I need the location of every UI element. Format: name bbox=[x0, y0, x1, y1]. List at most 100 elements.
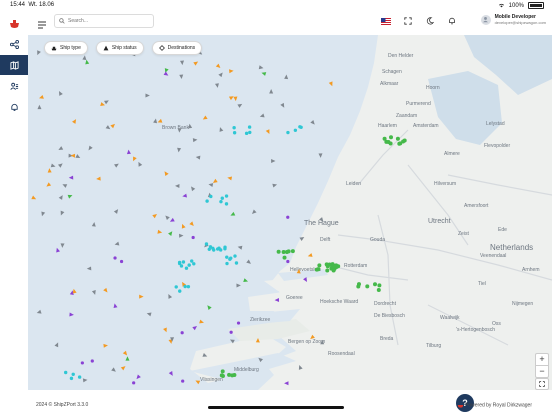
fullscreen-map-button[interactable] bbox=[535, 378, 549, 390]
vessel-marker[interactable] bbox=[80, 361, 84, 365]
search-box[interactable] bbox=[54, 14, 154, 28]
vessel-marker[interactable] bbox=[333, 264, 338, 269]
vessel-marker[interactable] bbox=[104, 99, 110, 105]
vessel-marker[interactable] bbox=[169, 217, 175, 224]
vessel-marker[interactable] bbox=[189, 185, 196, 192]
search-input[interactable] bbox=[68, 18, 148, 24]
vessel-marker[interactable] bbox=[113, 208, 120, 214]
vessel-marker[interactable] bbox=[178, 289, 182, 293]
vessel-marker[interactable] bbox=[180, 223, 186, 229]
vessel-marker[interactable] bbox=[62, 182, 68, 188]
vessel-marker[interactable] bbox=[293, 128, 298, 132]
vessel-marker[interactable] bbox=[272, 183, 278, 188]
vessel-marker[interactable] bbox=[208, 182, 214, 188]
vessel-marker[interactable] bbox=[220, 369, 225, 374]
vessel-marker[interactable] bbox=[180, 331, 184, 335]
vessel-marker[interactable] bbox=[276, 249, 281, 254]
vessel-marker[interactable] bbox=[146, 311, 152, 317]
vessel-marker[interactable] bbox=[331, 268, 336, 273]
vessel-marker[interactable] bbox=[184, 266, 189, 270]
vessel-marker[interactable] bbox=[282, 255, 287, 260]
vessel-marker[interactable] bbox=[236, 321, 241, 325]
vessel-marker[interactable] bbox=[182, 193, 188, 199]
vessel-marker[interactable] bbox=[75, 154, 81, 160]
vessel-marker[interactable] bbox=[58, 194, 65, 200]
vessel-marker[interactable] bbox=[310, 119, 316, 126]
vessel-marker[interactable] bbox=[271, 159, 276, 164]
vessel-marker[interactable] bbox=[314, 267, 319, 272]
vessel-marker[interactable] bbox=[50, 163, 56, 168]
vessel-marker[interactable] bbox=[225, 255, 229, 259]
vessel-marker[interactable] bbox=[71, 372, 75, 377]
vessel-marker[interactable] bbox=[247, 125, 252, 129]
vessel-marker[interactable] bbox=[233, 96, 238, 102]
vessel-marker[interactable] bbox=[246, 259, 252, 266]
vessel-marker[interactable] bbox=[167, 293, 173, 299]
vessel-marker[interactable] bbox=[180, 60, 185, 66]
vessel-marker[interactable] bbox=[110, 122, 116, 129]
sidebar-item-users[interactable] bbox=[0, 76, 28, 96]
vessel-marker[interactable] bbox=[214, 83, 220, 88]
vessel-marker[interactable] bbox=[218, 126, 224, 132]
vessel-marker[interactable] bbox=[192, 262, 196, 266]
vessel-marker[interactable] bbox=[261, 71, 267, 76]
vessel-marker[interactable] bbox=[86, 266, 92, 271]
filter-destinations[interactable]: Destinations bbox=[151, 41, 203, 55]
vessel-marker[interactable] bbox=[269, 89, 274, 94]
vessel-marker[interactable] bbox=[181, 379, 185, 383]
vessel-marker[interactable] bbox=[229, 69, 234, 74]
menu-button[interactable] bbox=[37, 17, 47, 29]
vessel-marker[interactable] bbox=[40, 211, 46, 217]
vessel-marker[interactable] bbox=[103, 287, 109, 294]
vessel-marker[interactable] bbox=[230, 373, 235, 378]
vessel-marker[interactable] bbox=[190, 259, 194, 263]
vessel-marker[interactable] bbox=[120, 365, 127, 371]
vessel-marker[interactable] bbox=[191, 235, 195, 240]
vessel-marker[interactable] bbox=[328, 81, 334, 87]
vessel-marker[interactable] bbox=[286, 215, 290, 219]
vessel-marker[interactable] bbox=[114, 162, 120, 168]
vessel-marker[interactable] bbox=[163, 71, 170, 78]
vessel-marker[interactable] bbox=[57, 162, 64, 168]
vessel-marker[interactable] bbox=[181, 260, 186, 264]
vessel-marker[interactable] bbox=[192, 324, 198, 331]
zoom-out-button[interactable]: − bbox=[536, 365, 548, 377]
sidebar-item-map[interactable] bbox=[0, 55, 28, 75]
vessel-marker[interactable] bbox=[280, 102, 286, 109]
vessel-marker[interactable] bbox=[215, 63, 222, 70]
vessel-marker[interactable] bbox=[168, 230, 174, 236]
filter-ship-status[interactable]: Ship status bbox=[95, 41, 144, 55]
vessel-marker[interactable] bbox=[91, 222, 97, 227]
vessel-marker[interactable] bbox=[91, 290, 97, 295]
vessel-marker[interactable] bbox=[163, 170, 169, 177]
vessel-marker[interactable] bbox=[265, 129, 271, 135]
vessel-marker[interactable] bbox=[205, 199, 209, 203]
vessel-marker[interactable] bbox=[177, 260, 182, 265]
vessel-marker[interactable] bbox=[395, 136, 400, 141]
vessel-marker[interactable] bbox=[59, 210, 65, 217]
vessel-marker[interactable] bbox=[218, 71, 224, 78]
vessel-marker[interactable] bbox=[122, 350, 129, 357]
vessel-marker[interactable] bbox=[100, 102, 106, 107]
vessel-marker[interactable] bbox=[372, 282, 377, 287]
vessel-marker[interactable] bbox=[202, 115, 208, 121]
vessel-marker[interactable] bbox=[145, 93, 150, 98]
vessel-marker[interactable] bbox=[389, 135, 394, 140]
vessel-marker[interactable] bbox=[72, 118, 78, 124]
filter-ship-type[interactable]: Ship type bbox=[44, 41, 88, 55]
vessel-marker[interactable] bbox=[153, 118, 158, 124]
vessel-marker[interactable] bbox=[382, 136, 387, 141]
vessel-marker[interactable] bbox=[236, 283, 241, 288]
vessel-marker[interactable] bbox=[286, 249, 291, 254]
vessel-marker[interactable] bbox=[125, 356, 130, 361]
vessel-marker[interactable] bbox=[219, 199, 223, 204]
vessel-marker[interactable] bbox=[174, 285, 178, 289]
vessel-marker[interactable] bbox=[248, 130, 252, 135]
vessel-marker[interactable] bbox=[258, 65, 264, 70]
vessel-marker[interactable] bbox=[179, 74, 184, 80]
vessel-marker[interactable] bbox=[209, 194, 213, 199]
vessel-marker[interactable] bbox=[69, 312, 74, 317]
vessel-marker[interactable] bbox=[229, 330, 233, 334]
zoom-in-button[interactable]: + bbox=[536, 354, 548, 365]
vessel-marker[interactable] bbox=[175, 184, 180, 189]
